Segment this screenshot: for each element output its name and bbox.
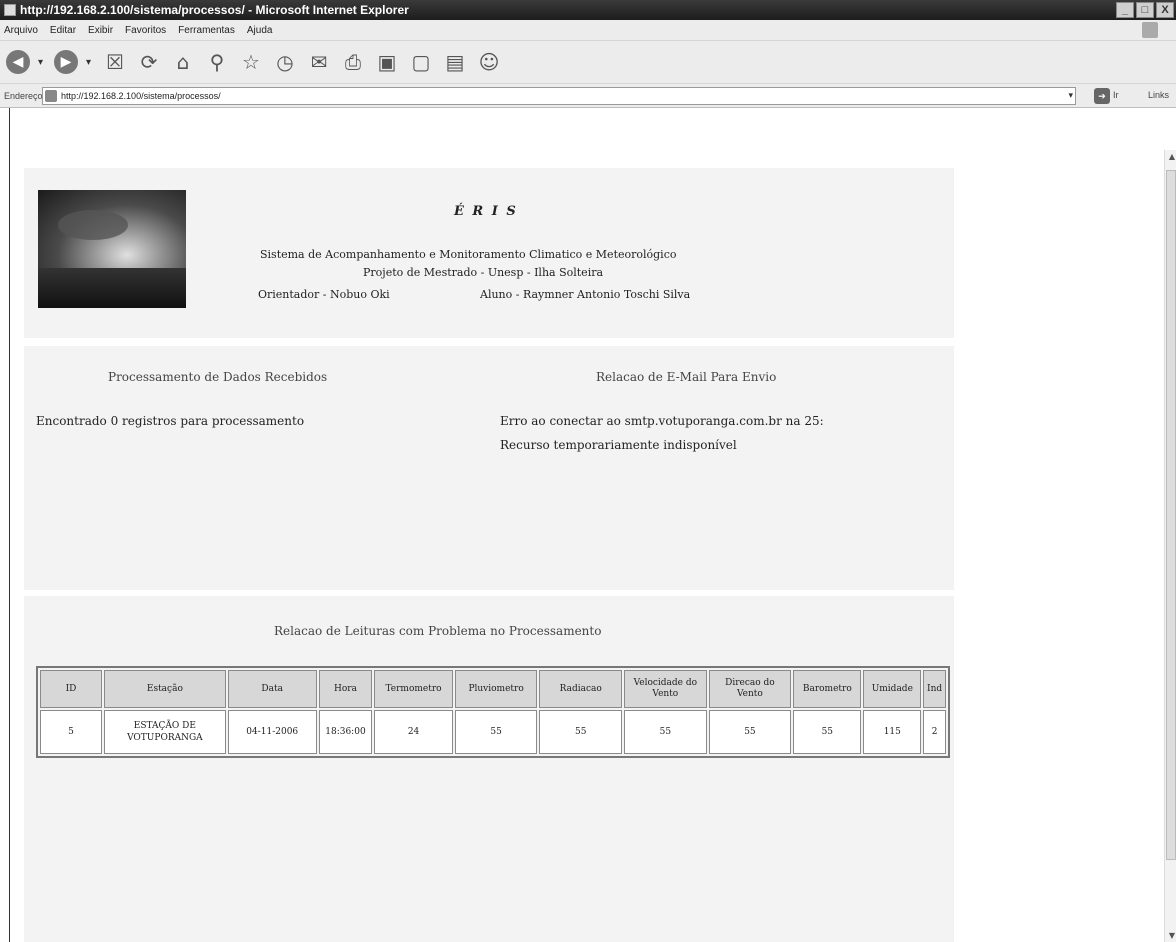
toolbar: ◀ ▾ ▶ ▾ ☒ ⟳ ⌂ ⚲ ☆ ◷ ✉ ⎙ ▣ ▢ ▤ ☺	[0, 40, 1176, 84]
cell-hora: 18:36:00	[318, 710, 373, 754]
cell-velocidade-vento: 55	[624, 710, 707, 754]
cell-direcao-vento: 55	[708, 710, 792, 754]
scroll-up-icon[interactable]: ▲	[1169, 152, 1175, 161]
forward-icon[interactable]: ▶	[54, 50, 78, 74]
title-bar: http://192.168.2.100/sistema/processos/ …	[0, 0, 1176, 20]
menu-editar[interactable]: Editar	[50, 25, 76, 36]
vertical-scrollbar[interactable]	[1164, 150, 1176, 942]
project-description: Projeto de Mestrado - Unesp - Ilha Solte…	[363, 266, 604, 279]
links-button[interactable]: Links	[1148, 90, 1169, 100]
research-icon[interactable]: ▤	[442, 49, 468, 75]
go-arrow-icon[interactable]: ➔	[1094, 88, 1110, 104]
col-estacao: Estação	[103, 670, 226, 708]
col-velocidade-vento: Velocidade do Vento	[624, 670, 707, 708]
forward-dropdown-icon[interactable]: ▾	[86, 57, 94, 68]
menu-exibir[interactable]: Exibir	[88, 25, 113, 36]
go-button[interactable]: Ir	[1113, 90, 1119, 100]
address-dropdown-icon[interactable]: ▾	[1068, 90, 1073, 101]
site-title: É R I S	[454, 204, 518, 219]
maximize-button[interactable]: □	[1136, 2, 1154, 18]
close-button[interactable]: X	[1156, 2, 1174, 18]
home-icon[interactable]: ⌂	[170, 49, 196, 75]
window-controls: _ □ X	[1116, 2, 1174, 18]
col-termometro: Termometro	[374, 670, 453, 708]
left-border	[0, 108, 10, 942]
stop-icon[interactable]: ☒	[102, 49, 128, 75]
readings-table: ID Estação Data Hora Termometro Pluviome…	[36, 666, 950, 758]
readings-panel: Relacao de Leituras com Problema no Proc…	[24, 596, 954, 942]
table-row: 5 ESTAÇÃO DE VOTUPORANGA 04-11-2006 18:3…	[40, 710, 946, 754]
print-icon[interactable]: ⎙	[340, 49, 366, 75]
scrollbar-thumb[interactable]	[1166, 170, 1176, 860]
status-panel: Processamento de Dados Recebidos Relacao…	[24, 346, 954, 590]
ie-icon	[4, 4, 16, 16]
col-radiacao: Radiacao	[539, 670, 623, 708]
col-hora: Hora	[318, 670, 373, 708]
col-pluviometro: Pluviometro	[454, 670, 538, 708]
student-name: Aluno - Raymner Antonio Toschi Silva	[480, 288, 691, 301]
col-barometro: Barometro	[793, 670, 862, 708]
favorites-icon[interactable]: ☆	[238, 49, 264, 75]
browser-window: http://192.168.2.100/sistema/processos/ …	[0, 0, 1176, 942]
col-id: ID	[40, 670, 102, 708]
menu-ajuda[interactable]: Ajuda	[247, 25, 273, 36]
cell-radiacao: 55	[539, 710, 623, 754]
minimize-button[interactable]: _	[1116, 2, 1134, 18]
address-url: http://192.168.2.100/sistema/processos/	[61, 91, 221, 101]
system-description: Sistema de Acompanhamento e Monitorament…	[260, 248, 677, 261]
discuss-icon[interactable]: ▢	[408, 49, 434, 75]
scroll-down-icon[interactable]: ▼	[1169, 931, 1175, 940]
menu-favoritos[interactable]: Favoritos	[125, 25, 166, 36]
cell-termometro: 24	[374, 710, 453, 754]
cell-pluviometro: 55	[454, 710, 538, 754]
menu-bar: Arquivo Editar Exibir Favoritos Ferramen…	[0, 20, 1176, 40]
cell-barometro: 55	[793, 710, 862, 754]
email-error-line2: Recurso temporariamente indisponível	[500, 438, 737, 452]
address-input[interactable]: http://192.168.2.100/sistema/processos/ …	[42, 87, 1076, 105]
cell-estacao: ESTAÇÃO DE VOTUPORANGA	[103, 710, 226, 754]
processing-message: Encontrado 0 registros para processament…	[36, 414, 305, 428]
cell-umidade: 115	[863, 710, 922, 754]
cell-ind: 2	[923, 710, 946, 754]
page-viewport: É R I S Sistema de Acompanhamento e Moni…	[0, 108, 1176, 942]
col-direcao-vento: Direcao do Vento	[708, 670, 792, 708]
page-icon	[45, 90, 57, 102]
advisor-name: Orientador - Nobuo Oki	[258, 288, 390, 301]
col-umidade: Umidade	[863, 670, 922, 708]
address-label: Endereço	[4, 90, 43, 101]
search-icon[interactable]: ⚲	[204, 49, 230, 75]
email-error-line1: Erro ao conectar ao smtp.votuporanga.com…	[500, 414, 824, 428]
messenger-icon[interactable]: ☺	[476, 49, 502, 75]
window-title: http://192.168.2.100/sistema/processos/ …	[20, 3, 409, 17]
address-bar: Endereço http://192.168.2.100/sistema/pr…	[0, 84, 1176, 108]
back-dropdown-icon[interactable]: ▾	[38, 57, 46, 68]
edit-icon[interactable]: ▣	[374, 49, 400, 75]
header-panel: É R I S Sistema de Acompanhamento e Moni…	[24, 168, 954, 338]
table-header-row: ID Estação Data Hora Termometro Pluviome…	[40, 670, 946, 708]
readings-title: Relacao de Leituras com Problema no Proc…	[274, 624, 602, 638]
sunset-photo	[38, 190, 186, 308]
processing-title: Processamento de Dados Recebidos	[108, 370, 328, 384]
refresh-icon[interactable]: ⟳	[136, 49, 162, 75]
menu-ferramentas[interactable]: Ferramentas	[178, 25, 235, 36]
back-icon[interactable]: ◀	[6, 50, 30, 74]
menu-arquivo[interactable]: Arquivo	[4, 25, 38, 36]
cell-id: 5	[40, 710, 102, 754]
col-data: Data	[227, 670, 317, 708]
email-title: Relacao de E-Mail Para Envio	[596, 370, 777, 384]
history-icon[interactable]: ◷	[272, 49, 298, 75]
col-ind: Ind	[923, 670, 946, 708]
cell-data: 04-11-2006	[227, 710, 317, 754]
mail-icon[interactable]: ✉	[306, 49, 332, 75]
windows-logo-icon	[1142, 22, 1158, 38]
